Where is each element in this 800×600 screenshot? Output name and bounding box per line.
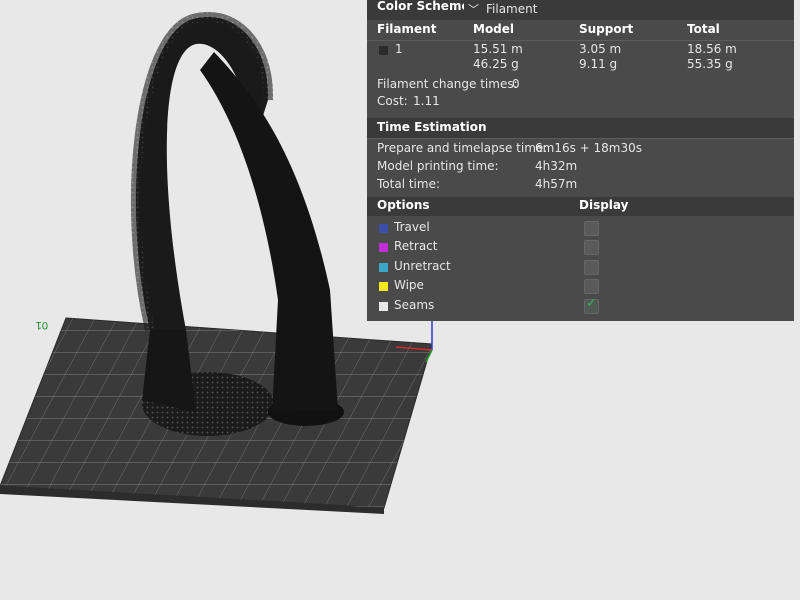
option-row-wipe: Wipe xyxy=(367,278,794,297)
options-title: Options xyxy=(377,198,430,212)
option-label-unretract: Unretract xyxy=(394,259,451,273)
filament-change-value: 0 xyxy=(512,77,520,91)
option-row-seams: Seams ✓ xyxy=(367,296,794,317)
filament-change-label: Filament change times: xyxy=(377,77,518,91)
option-label-retract: Retract xyxy=(394,239,438,253)
filament-table-header: Filament Model Support Total xyxy=(367,20,794,41)
wipe-display-checkbox[interactable] xyxy=(584,279,599,294)
total-time-row: Total time: 4h57m xyxy=(367,177,794,195)
filament-color-swatch xyxy=(379,46,388,55)
model-time-row: Model printing time: 4h32m xyxy=(367,159,794,177)
column-filament: Filament xyxy=(377,22,437,36)
prepare-time-value: 6m16s + 18m30s xyxy=(535,141,643,155)
checkmark-icon: ✓ xyxy=(586,296,597,311)
cost-row: Cost: 1.11 xyxy=(367,94,794,112)
wipe-color-swatch xyxy=(379,282,388,291)
travel-display-checkbox[interactable] xyxy=(584,221,599,236)
color-scheme-dropdown[interactable]: ﹀ Filament xyxy=(464,0,646,18)
display-title: Display xyxy=(579,198,629,212)
filament-change-row: Filament change times: 0 xyxy=(367,77,794,95)
retract-color-swatch xyxy=(379,243,388,252)
option-row-travel: Travel xyxy=(367,220,794,239)
prepare-time-row: Prepare and timelapse time: 6m16s + 18m3… xyxy=(367,141,794,159)
model-weight: 46.25 g xyxy=(473,57,519,71)
plate-number-label: 01 xyxy=(36,319,48,331)
table-row: 1 15.51 m 46.25 g 3.05 m 9.11 g 18.56 m … xyxy=(367,42,794,74)
time-estimation-header: Time Estimation xyxy=(367,118,794,138)
cost-value: 1.11 xyxy=(413,94,440,108)
chevron-down-icon: ﹀ xyxy=(468,3,479,16)
slice-statistics-panel: Color Scheme ﹀ Filament Filament Model S… xyxy=(367,0,794,321)
option-label-seams: Seams xyxy=(394,298,435,312)
column-support: Support xyxy=(579,22,634,36)
model-length: 15.51 m xyxy=(473,42,523,56)
option-label-wipe: Wipe xyxy=(394,278,424,292)
support-weight: 9.11 g xyxy=(579,57,618,71)
color-scheme-row: Color Scheme ﹀ Filament xyxy=(367,0,794,20)
option-row-unretract: Unretract xyxy=(367,259,794,278)
options-header: Options Display xyxy=(367,197,794,216)
support-length: 3.05 m xyxy=(579,42,622,56)
unretract-display-checkbox[interactable] xyxy=(584,260,599,275)
model-time-label: Model printing time: xyxy=(377,159,499,173)
option-label-travel: Travel xyxy=(394,220,430,234)
total-length: 18.56 m xyxy=(687,42,737,56)
retract-display-checkbox[interactable] xyxy=(584,240,599,255)
option-row-retract: Retract xyxy=(367,239,794,258)
column-model: Model xyxy=(473,22,515,36)
color-scheme-value: Filament xyxy=(486,2,538,16)
color-scheme-label: Color Scheme xyxy=(377,0,470,13)
prepare-time-label: Prepare and timelapse time: xyxy=(377,141,548,155)
time-estimation-title: Time Estimation xyxy=(377,120,487,134)
total-weight: 55.35 g xyxy=(687,57,733,71)
seams-display-checkbox[interactable]: ✓ xyxy=(584,296,599,314)
total-time-value: 4h57m xyxy=(535,177,578,191)
seams-color-swatch xyxy=(379,302,388,311)
cost-label: Cost: xyxy=(377,94,408,108)
column-total: Total xyxy=(687,22,720,36)
travel-color-swatch xyxy=(379,224,388,233)
filament-index: 1 xyxy=(395,42,403,56)
model-time-value: 4h32m xyxy=(535,159,578,173)
unretract-color-swatch xyxy=(379,263,388,272)
total-time-label: Total time: xyxy=(377,177,440,191)
